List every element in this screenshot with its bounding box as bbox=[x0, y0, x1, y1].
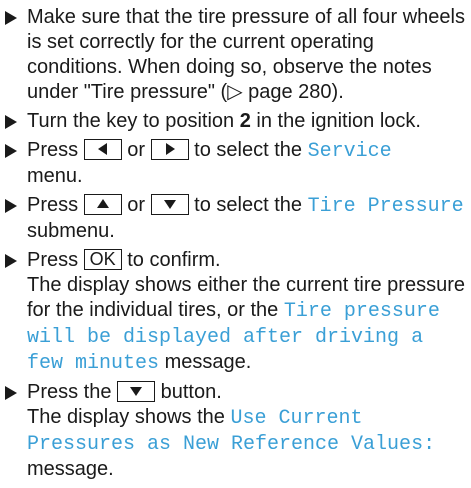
display-text: The display shows the bbox=[27, 406, 225, 428]
step-turn-key: Turn the key to position 2 in the igniti… bbox=[0, 109, 471, 134]
bullet-icon bbox=[5, 144, 17, 158]
to-select-text: to select the bbox=[194, 139, 303, 161]
down-arrow-key bbox=[150, 193, 189, 215]
step-text: Make sure that the tire pressure of all … bbox=[27, 6, 465, 103]
service-menu-name: Service bbox=[307, 140, 392, 163]
right-arrow-key bbox=[150, 138, 189, 160]
bullet-icon bbox=[5, 199, 17, 213]
right-arrow-icon bbox=[165, 143, 175, 156]
up-arrow-icon bbox=[96, 199, 109, 209]
down-arrow-icon bbox=[163, 200, 176, 210]
to-select-text: to select the bbox=[194, 194, 303, 216]
step-check-tire-pressure: Make sure that the tire pressure of all … bbox=[0, 5, 471, 105]
bullet-icon bbox=[5, 254, 17, 268]
press-word: Press bbox=[27, 194, 79, 216]
press-word: Press bbox=[27, 249, 79, 271]
key-position: 2 bbox=[239, 110, 251, 132]
left-arrow-key bbox=[83, 138, 122, 160]
button-word: button. bbox=[160, 381, 222, 403]
message-word: message. bbox=[27, 458, 114, 480]
display-description: The display shows either the current tir… bbox=[27, 273, 471, 376]
bullet-icon bbox=[5, 386, 17, 400]
step-confirm: Press OK to confirm. The display shows e… bbox=[0, 248, 471, 376]
or-word: or bbox=[127, 139, 146, 161]
bullet-icon bbox=[5, 115, 17, 129]
tire-pressure-submenu-name: Tire Pressure bbox=[307, 195, 464, 218]
left-arrow-icon bbox=[97, 143, 107, 156]
ok-key: OK bbox=[83, 248, 122, 270]
bullet-icon bbox=[5, 11, 17, 25]
step-select-tire-pressure: Press or to select the Tire Pressure sub… bbox=[0, 193, 471, 244]
display-description: The display shows the Use Current Pressu… bbox=[27, 405, 471, 482]
down-arrow-key bbox=[117, 380, 156, 402]
down-arrow-icon bbox=[130, 387, 143, 397]
or-word: or bbox=[127, 194, 146, 216]
submenu-word: submenu. bbox=[27, 220, 115, 242]
to-confirm-text: to confirm. bbox=[127, 249, 221, 271]
press-word: Press bbox=[27, 139, 79, 161]
step-select-service-menu: Press or to select the Service menu. bbox=[0, 138, 471, 189]
step-text-after: in the ignition lock. bbox=[250, 110, 421, 132]
message-word: message. bbox=[164, 351, 252, 373]
step-text-before: Turn the key to position bbox=[27, 110, 240, 132]
instruction-page: Make sure that the tire pressure of all … bbox=[0, 0, 471, 488]
press-word: Press the bbox=[27, 381, 112, 403]
step-press-down: Press the button. The display shows the … bbox=[0, 380, 471, 482]
up-arrow-key bbox=[83, 193, 122, 215]
menu-word: menu. bbox=[27, 165, 83, 187]
